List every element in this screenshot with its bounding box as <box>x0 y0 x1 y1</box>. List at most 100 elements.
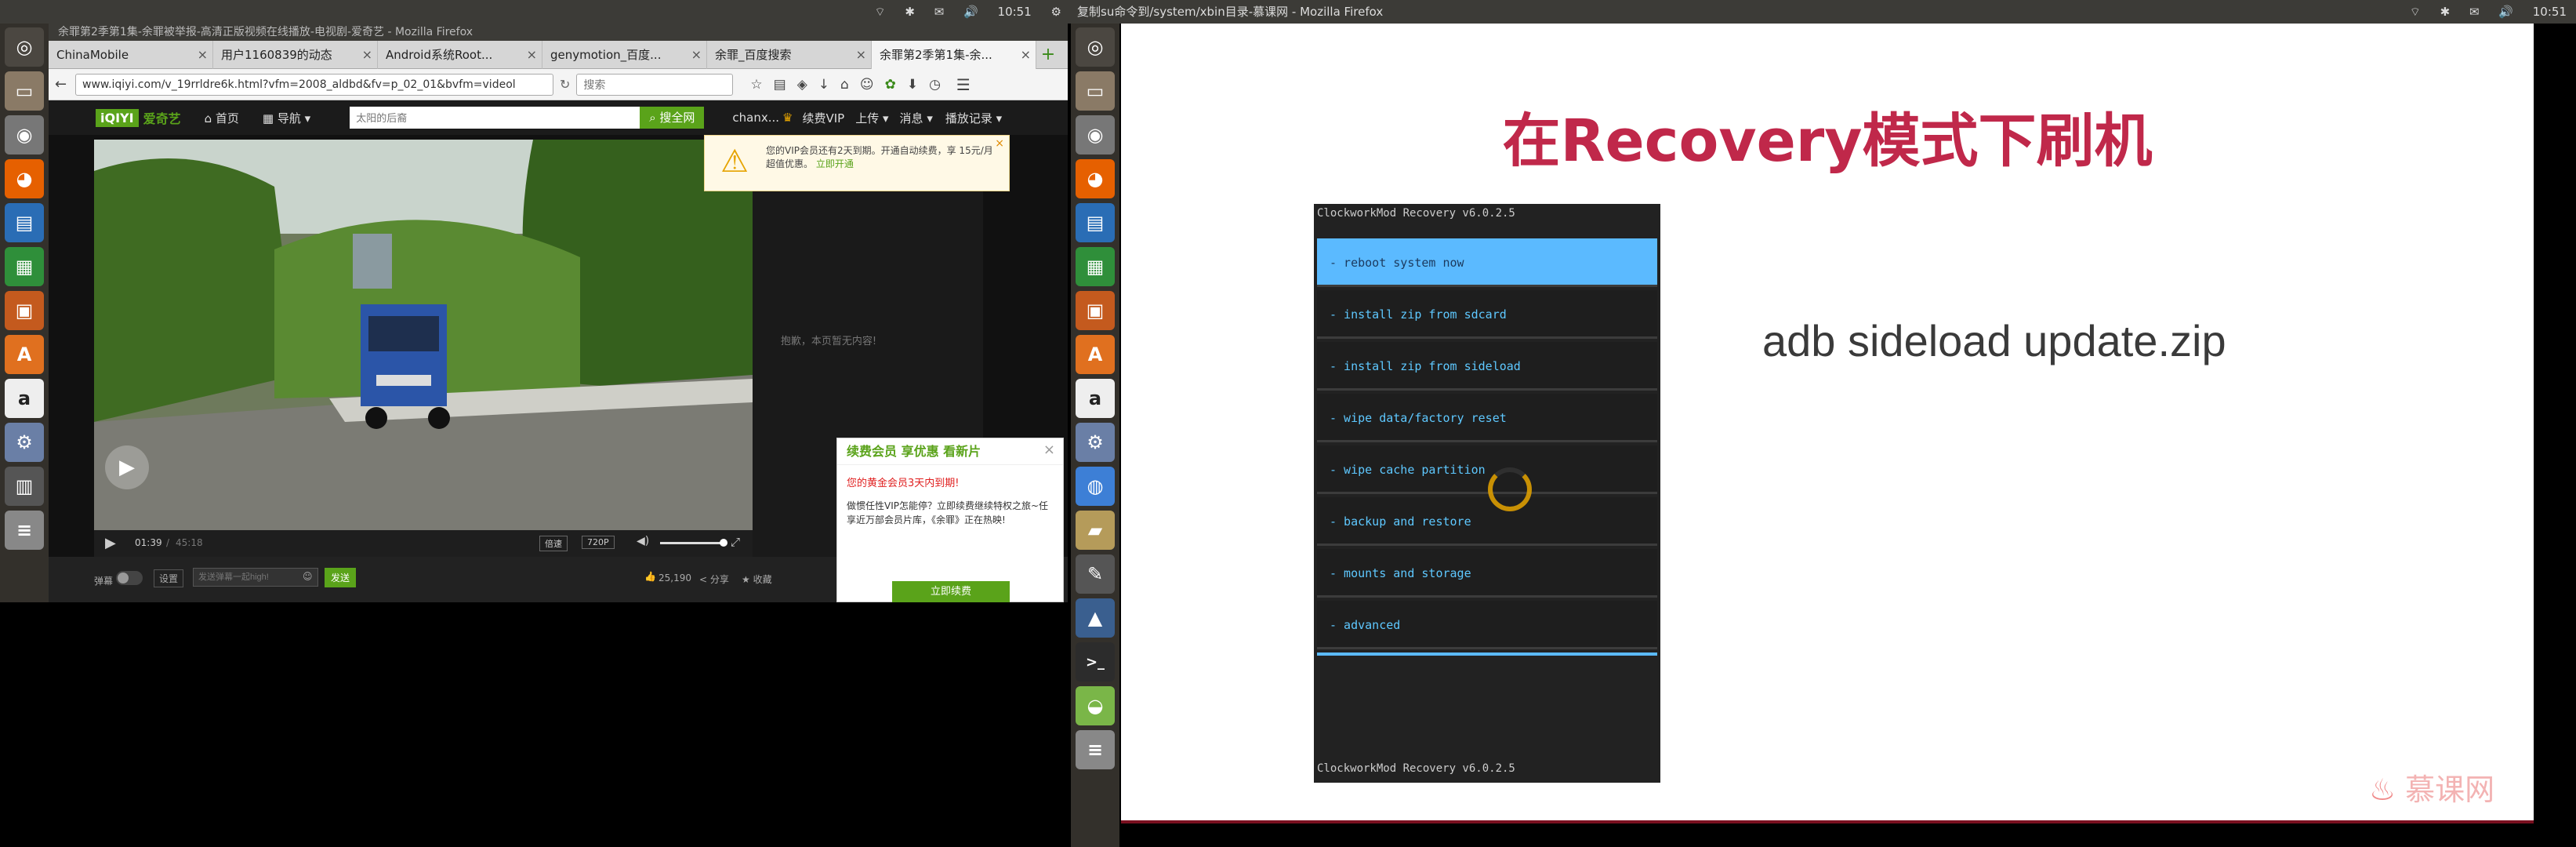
software-center-icon[interactable]: A <box>1076 335 1115 374</box>
clock[interactable]: 10:51 <box>998 0 1032 24</box>
software-center-icon[interactable]: A <box>5 335 44 374</box>
menu-icon[interactable]: ☰ <box>956 75 971 94</box>
recovery-item-wipe-data[interactable]: - wipe data/factory reset <box>1317 394 1657 442</box>
close-icon[interactable]: × <box>198 41 208 69</box>
amazon-icon[interactable]: a <box>1076 379 1115 418</box>
history-icon[interactable]: ◷ <box>929 77 941 93</box>
clock[interactable]: 10:51 <box>2533 0 2567 24</box>
mail-icon[interactable]: ✉ <box>2469 0 2480 24</box>
close-icon[interactable]: × <box>691 41 702 69</box>
ubuntu-icon[interactable]: ◎ <box>5 27 44 67</box>
play-button[interactable]: ▶ <box>105 445 149 489</box>
impress-icon[interactable]: ▣ <box>5 291 44 330</box>
stack-icon[interactable]: ≡ <box>5 511 44 550</box>
firefox-icon[interactable]: ◕ <box>5 159 44 198</box>
speed-button[interactable]: 倍速 <box>539 536 568 551</box>
tools-icon[interactable]: ✎ <box>1076 554 1115 594</box>
bluetooth-icon[interactable]: ✱ <box>2440 0 2451 24</box>
back-icon[interactable]: ← <box>55 76 75 93</box>
workspace-icon[interactable]: ▥ <box>5 467 44 506</box>
search-input[interactable] <box>576 73 734 96</box>
settings-icon[interactable]: ⚙ <box>5 423 44 462</box>
disk-icon[interactable]: ◉ <box>5 115 44 154</box>
calc-icon[interactable]: ▦ <box>5 247 44 286</box>
url-bar[interactable]: www.iqiyi.com/v_19rrldre6k.html?vfm=2008… <box>75 73 553 96</box>
library-icon[interactable]: ▤ <box>774 77 786 93</box>
recovery-item-install-sideload[interactable]: - install zip from sideload <box>1317 342 1657 391</box>
iqiyi-logo-text[interactable]: 爱奇艺 <box>143 108 181 127</box>
emoji-icon[interactable]: ☺ <box>303 571 313 582</box>
recovery-item-mounts[interactable]: - mounts and storage <box>1317 549 1657 598</box>
volume-slider[interactable] <box>660 539 727 547</box>
promo-renew-button[interactable]: 立即续费 <box>892 581 1010 602</box>
upload-menu[interactable]: 上传 ▾ <box>855 110 888 126</box>
collect-button[interactable]: ★ 收藏 <box>742 573 772 586</box>
chromium-icon[interactable]: ◍ <box>1076 467 1115 506</box>
disk-icon[interactable]: ◉ <box>1076 115 1115 154</box>
new-tab-button[interactable]: + <box>1036 41 1060 69</box>
iqiyi-search-input[interactable] <box>350 107 640 129</box>
wifi-icon[interactable]: ⌔ <box>2410 0 2421 24</box>
close-icon[interactable]: × <box>1021 41 1031 69</box>
fullscreen-icon[interactable]: ⤢ <box>731 535 740 549</box>
stack-icon[interactable]: ≡ <box>1076 730 1115 769</box>
android-studio-icon[interactable]: ▲ <box>1076 598 1115 638</box>
folder-icon[interactable]: ▰ <box>1076 511 1115 550</box>
recovery-item-wipe-cache[interactable]: - wipe cache partition <box>1317 445 1657 494</box>
close-icon[interactable]: × <box>527 41 537 69</box>
firefox-icon[interactable]: ◕ <box>1076 159 1115 198</box>
volume-handle[interactable] <box>720 539 727 547</box>
danmu-input[interactable] <box>193 568 318 587</box>
history-menu[interactable]: 播放记录 ▾ <box>945 110 1002 126</box>
recovery-item-reboot[interactable]: - reboot system now <box>1317 238 1657 287</box>
calc-icon[interactable]: ▦ <box>1076 247 1115 286</box>
close-icon[interactable]: × <box>362 41 372 69</box>
home-icon[interactable]: ⌂ <box>840 77 849 93</box>
volume-icon[interactable]: ◀) <box>637 535 649 547</box>
impress-icon[interactable]: ▣ <box>1076 291 1115 330</box>
extension-icon[interactable]: ✿ <box>885 77 896 93</box>
user-name[interactable]: chanx... <box>732 111 779 125</box>
download-icon[interactable]: ↓ <box>818 77 829 93</box>
android-icon[interactable]: ◒ <box>1076 686 1115 725</box>
quality-button[interactable]: 720P <box>582 536 615 549</box>
volume-icon[interactable]: 🔊 <box>2498 0 2513 24</box>
close-icon[interactable]: × <box>995 137 1004 150</box>
recovery-item-install-sdcard[interactable]: - install zip from sdcard <box>1317 290 1657 339</box>
messages-menu[interactable]: 消息 ▾ <box>900 110 933 126</box>
writer-icon[interactable]: ▤ <box>5 203 44 242</box>
like-icon[interactable]: 👍 <box>644 571 656 582</box>
nav-guide[interactable]: ▦ 导航 ▾ <box>263 110 310 126</box>
tab-android-root[interactable]: Android系统Root... × <box>378 41 542 69</box>
chat-icon[interactable]: ☺ <box>860 77 874 93</box>
bookmark-icon[interactable]: ☆ <box>750 77 762 93</box>
close-icon[interactable]: × <box>1043 442 1055 458</box>
pocket-icon[interactable]: ◈ <box>797 77 807 93</box>
nav-home[interactable]: ⌂ 首页 <box>205 110 239 126</box>
wifi-icon[interactable]: ⌔ <box>874 0 885 24</box>
close-icon[interactable]: × <box>856 41 866 69</box>
recovery-item-backup[interactable]: - backup and restore <box>1317 497 1657 546</box>
files-icon[interactable]: ▭ <box>5 71 44 111</box>
danmu-send-button[interactable]: 发送 <box>325 568 357 587</box>
arrow-down-icon[interactable]: ⬇ <box>907 77 918 93</box>
recovery-item-advanced[interactable]: - advanced <box>1317 601 1657 649</box>
tab-yuzui-video[interactable]: 余罪第2季第1集-余... × <box>872 41 1036 69</box>
tab-chinamobile[interactable]: ChinaMobile × <box>49 41 213 69</box>
reload-icon[interactable]: ↻ <box>560 77 570 92</box>
ubuntu-icon[interactable]: ◎ <box>1076 27 1115 67</box>
settings-icon[interactable]: ⚙ <box>1076 423 1115 462</box>
gear-icon[interactable]: ⚙ <box>1051 0 1061 24</box>
mail-icon[interactable]: ✉ <box>934 0 945 24</box>
play-icon[interactable]: ▶ <box>105 535 116 551</box>
iqiyi-search-button[interactable]: ⌕ 搜全网 <box>640 107 705 129</box>
writer-icon[interactable]: ▤ <box>1076 203 1115 242</box>
tab-genymotion[interactable]: genymotion_百度... × <box>542 41 707 69</box>
iqiyi-logo[interactable]: iQIYI <box>96 108 139 127</box>
tab-yuzui-search[interactable]: 余罪_百度搜索 × <box>707 41 872 69</box>
terminal-icon[interactable]: >_ <box>1076 642 1115 682</box>
bluetooth-icon[interactable]: ✱ <box>905 0 915 24</box>
tab-user-feed[interactable]: 用户1160839的动态 × <box>213 41 378 69</box>
danmu-settings-button[interactable]: 设置 <box>154 569 184 587</box>
renew-vip-link[interactable]: 续费VIP <box>802 110 844 126</box>
